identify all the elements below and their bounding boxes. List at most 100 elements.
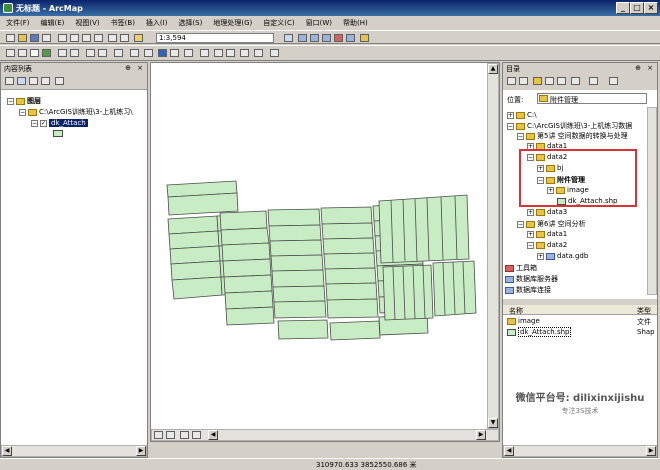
parcel-polygon[interactable] xyxy=(270,254,324,272)
toc-options-icon[interactable] xyxy=(55,77,64,85)
parcel-polygon[interactable] xyxy=(223,274,273,294)
list-item[interactable]: dk_Attach.shp Shap xyxy=(507,327,655,338)
catalog-horizontal-scrollbar[interactable]: ◀ ▶ xyxy=(503,445,657,457)
parcel-polygon[interactable] xyxy=(329,320,381,341)
parcel-polygon[interactable] xyxy=(272,285,326,303)
cut-icon[interactable] xyxy=(58,34,67,42)
menu-geoprocessing[interactable]: 地理处理(G) xyxy=(207,16,257,28)
toc-path-row[interactable]: − C:\ArcGIS训练班\3-上机练习\ xyxy=(19,107,133,117)
full-extent-icon[interactable] xyxy=(42,49,51,57)
pointer-icon[interactable] xyxy=(144,49,153,57)
list-by-source-icon[interactable] xyxy=(17,77,26,85)
fixed-zoom-out-icon[interactable] xyxy=(70,49,79,57)
toggle-contents-icon[interactable] xyxy=(571,77,580,85)
parcel-polygon[interactable] xyxy=(320,206,373,225)
arctoolbox-icon[interactable] xyxy=(334,34,343,42)
catalog-window-icon[interactable] xyxy=(310,34,319,42)
parcel-polygon[interactable] xyxy=(322,237,375,255)
catalog-tree-item[interactable]: + data3 xyxy=(527,208,567,216)
parcel-polygon[interactable] xyxy=(171,276,223,300)
map-display[interactable]: ▲ ▼ ◀ ▶ xyxy=(150,62,500,442)
measure-icon[interactable] xyxy=(200,49,209,57)
paste-icon[interactable] xyxy=(82,34,91,42)
map-scale-input[interactable]: 1:3,594 xyxy=(156,33,274,43)
scroll-up-icon[interactable]: ▲ xyxy=(488,64,498,74)
scroll-right-icon[interactable]: ▶ xyxy=(476,430,486,440)
forward-icon[interactable] xyxy=(519,77,528,85)
editor-icon[interactable] xyxy=(284,34,293,42)
parcel-polygon[interactable] xyxy=(221,242,271,262)
html-popup-icon[interactable] xyxy=(184,49,193,57)
up-folder-icon[interactable] xyxy=(533,77,542,85)
zoom-out-icon[interactable] xyxy=(18,49,27,57)
parcel-polygon[interactable] xyxy=(325,282,378,301)
print-icon[interactable] xyxy=(42,34,51,42)
parcel-polygon[interactable] xyxy=(323,252,376,270)
minimize-button[interactable]: _ xyxy=(616,2,630,14)
parcel-polygon[interactable] xyxy=(277,319,329,340)
catalog-tree-item[interactable]: − data2 xyxy=(527,241,567,249)
add-data-icon[interactable] xyxy=(134,34,143,42)
pan-icon[interactable] xyxy=(30,49,39,57)
find-route-icon[interactable] xyxy=(226,49,235,57)
catalog-tree-item[interactable]: + data.gdb xyxy=(537,252,588,260)
toc-layer-row[interactable]: − ✓ dk_Attach xyxy=(31,119,88,127)
menu-edit[interactable]: 编辑(E) xyxy=(35,16,70,28)
location-input[interactable]: 附件管理 xyxy=(537,93,647,104)
python-icon[interactable] xyxy=(346,34,355,42)
catalog-pin-icon[interactable]: ⊕ xyxy=(635,64,641,72)
catalog-close-icon[interactable]: × xyxy=(647,64,653,72)
parcel-polygon[interactable] xyxy=(269,239,323,257)
search-window-icon[interactable] xyxy=(322,34,331,42)
close-button[interactable]: × xyxy=(644,2,658,14)
parcel-polygon[interactable] xyxy=(271,269,325,288)
back-icon[interactable] xyxy=(507,77,516,85)
toc-root-row[interactable]: − 图层 xyxy=(7,96,41,106)
zoom-in-icon[interactable] xyxy=(6,49,15,57)
catalog-tree-item[interactable]: + C:\ xyxy=(507,111,537,119)
identify-icon[interactable] xyxy=(158,49,167,57)
menu-help[interactable]: 帮助(H) xyxy=(337,16,373,28)
parcel-polygon[interactable] xyxy=(382,264,434,321)
menu-file[interactable]: 文件(F) xyxy=(0,16,35,28)
collapse-icon[interactable]: − xyxy=(31,119,38,127)
scroll-right-icon[interactable]: ▶ xyxy=(136,446,146,456)
refresh-icon[interactable] xyxy=(180,431,189,439)
parcel-polygon[interactable] xyxy=(224,290,274,310)
toc-pin-icon[interactable]: ⊕ xyxy=(125,64,131,72)
parcel-polygon[interactable] xyxy=(167,192,239,216)
new-icon[interactable] xyxy=(6,34,15,42)
catalog-tree-item[interactable]: − 第5讲 空间数据的转换与处理 xyxy=(517,131,628,141)
layer-symbol-swatch[interactable] xyxy=(53,130,63,137)
maximize-button[interactable]: □ xyxy=(630,2,644,14)
collapse-icon[interactable]: − xyxy=(19,108,26,116)
parcel-polygons-layer[interactable] xyxy=(151,63,491,433)
parcel-polygon[interactable] xyxy=(326,298,379,319)
parcel-polygon[interactable] xyxy=(324,267,377,285)
menu-windows[interactable]: 窗口(W) xyxy=(300,16,337,28)
connect-folder-icon[interactable] xyxy=(557,77,566,85)
create-viewer-icon[interactable] xyxy=(270,49,279,57)
forward-icon[interactable] xyxy=(98,49,107,57)
layer-visibility-checkbox[interactable]: ✓ xyxy=(40,119,47,127)
parcel-polygon[interactable] xyxy=(268,224,322,242)
select-elements-icon[interactable] xyxy=(130,49,139,57)
map-horizontal-scrollbar[interactable]: ◀ ▶ xyxy=(151,429,499,441)
menu-view[interactable]: 视图(V) xyxy=(69,16,104,28)
catalog-tree-scrollbar[interactable] xyxy=(647,107,657,295)
save-icon[interactable] xyxy=(30,34,39,42)
go-to-xy-icon[interactable] xyxy=(240,49,249,57)
parcel-polygon[interactable] xyxy=(273,300,327,319)
menu-customize[interactable]: 自定义(C) xyxy=(257,16,299,28)
menu-bookmarks[interactable]: 书签(B) xyxy=(105,16,140,28)
parcel-polygon[interactable] xyxy=(267,208,321,227)
catalog-tree-item[interactable]: 工具箱 xyxy=(505,263,537,273)
undo-icon[interactable] xyxy=(108,34,117,42)
scroll-down-icon[interactable]: ▼ xyxy=(488,418,498,428)
list-item[interactable]: image 文件 xyxy=(507,317,655,327)
catalog-tree-item[interactable]: 数据库连接 xyxy=(505,285,551,295)
pause-drawing-icon[interactable] xyxy=(192,431,201,439)
home-icon[interactable] xyxy=(545,77,554,85)
scroll-left-icon[interactable]: ◀ xyxy=(2,446,12,456)
back-icon[interactable] xyxy=(86,49,95,57)
